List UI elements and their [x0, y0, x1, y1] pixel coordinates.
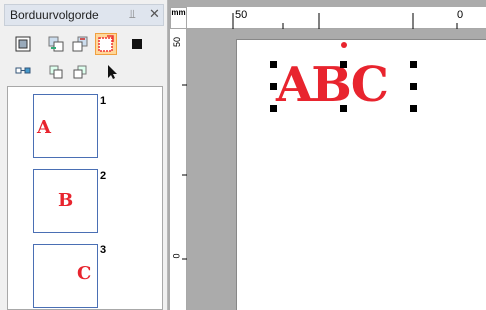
horizontal-ruler[interactable]: 50 0 — [187, 7, 486, 29]
ruler-tick-label: 0 — [171, 253, 182, 259]
list-item-number: 2 — [100, 170, 107, 182]
selected-frame-icon[interactable] — [95, 33, 117, 55]
stitch-order-list: A 1 B 2 C 3 — [7, 86, 163, 310]
stitch-order-panel: Borduurvolgorde ⫫ ✕ A 1 B 2 C 3 — [0, 0, 168, 310]
vertical-ruler[interactable]: 50 0 — [170, 29, 187, 310]
move-to-back-icon[interactable] — [70, 34, 90, 54]
selected-text-object[interactable]: ABC — [276, 52, 389, 118]
horizontal-ruler-ticks — [232, 13, 458, 29]
list-item-thumbnail[interactable]: C — [33, 244, 98, 308]
list-item-number: 1 — [100, 95, 107, 107]
ruler-unit-corner: mm — [170, 7, 187, 29]
split-icon[interactable] — [70, 62, 90, 82]
panel-title: Borduurvolgorde — [10, 8, 99, 22]
close-icon[interactable]: ✕ — [149, 6, 160, 22]
selection-handle[interactable] — [270, 83, 277, 90]
list-item-number: 3 — [100, 244, 107, 256]
pin-icon[interactable]: ⫫ — [129, 7, 136, 22]
selection-handle[interactable] — [270, 61, 277, 68]
selection-handle[interactable] — [340, 105, 347, 112]
ruler-tick-label: 0 — [457, 9, 464, 21]
move-to-front-icon[interactable] — [46, 34, 66, 54]
ruler-tick-label: 50 — [235, 9, 248, 21]
panel-toolbar-row-1 — [0, 32, 168, 58]
ruler-tick-label: 50 — [172, 36, 183, 48]
selection-handle[interactable] — [410, 105, 417, 112]
thumbnail-letter: C — [77, 263, 92, 284]
vertical-ruler-ticks — [182, 84, 187, 260]
rotate-handle[interactable] — [341, 42, 347, 48]
selection-handle[interactable] — [270, 105, 277, 112]
selection-handle[interactable] — [340, 61, 347, 68]
ruler-unit-label: mm — [171, 8, 186, 17]
select-all-icon[interactable] — [13, 34, 33, 54]
selection-handle[interactable] — [410, 61, 417, 68]
thumbnail-letter: B — [58, 190, 74, 211]
thumbnail-letter: A — [37, 117, 51, 138]
list-item-thumbnail[interactable]: A — [33, 94, 98, 158]
panel-titlebar: Borduurvolgorde ⫫ ✕ — [4, 4, 164, 26]
combine-icon[interactable] — [46, 62, 66, 82]
panel-toolbar-row-2 — [0, 60, 168, 86]
list-item-thumbnail[interactable]: B — [33, 169, 98, 233]
pointer-arrow-icon[interactable] — [102, 62, 122, 82]
merge-icon[interactable] — [13, 62, 33, 82]
color-block-icon[interactable] — [127, 34, 147, 54]
selection-handle[interactable] — [410, 83, 417, 90]
